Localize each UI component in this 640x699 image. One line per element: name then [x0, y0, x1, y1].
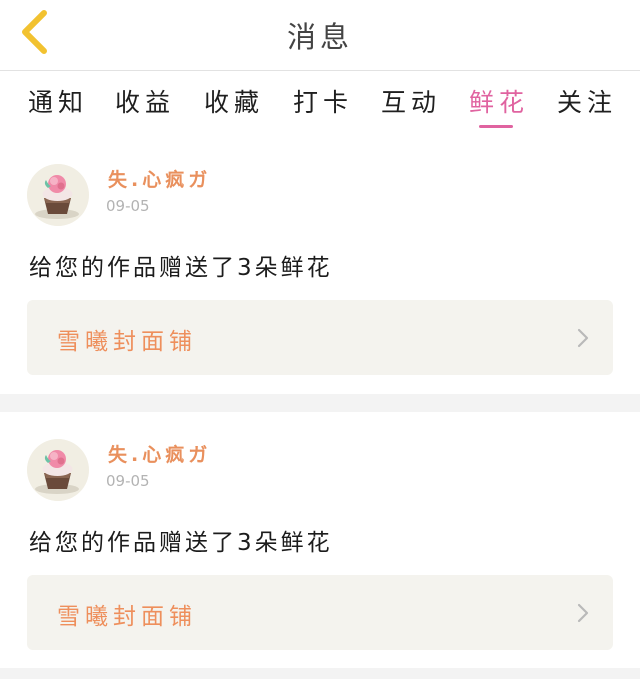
page-title: 消息	[286, 20, 353, 54]
username-link[interactable]: 失.心疯ガ	[108, 440, 211, 467]
message-card: 失.心疯ガ 09-05 给您的作品赠送了3朵鲜花 雪曦封面铺	[0, 439, 640, 699]
tab-following[interactable]: 关注	[557, 83, 617, 119]
message-date: 09-05	[106, 472, 150, 490]
tab-notifications[interactable]: 通知	[28, 83, 88, 119]
chevron-right-icon	[577, 603, 589, 623]
tab-checkin[interactable]: 打卡	[293, 83, 353, 119]
cupcake-avatar-icon	[27, 164, 89, 226]
section-divider	[0, 394, 640, 412]
work-link-card[interactable]: 雪曦封面铺	[27, 300, 613, 375]
message-card: 失.心疯ガ 09-05 给您的作品赠送了3朵鲜花 雪曦封面铺	[0, 164, 640, 424]
tab-earnings[interactable]: 收益	[115, 83, 175, 119]
tab-flowers[interactable]: 鲜花	[469, 83, 529, 119]
header-bar: 消息	[0, 0, 640, 71]
tab-bar: 通知 收益 收藏 打卡 互动 鲜花 关注	[0, 71, 640, 133]
message-text: 给您的作品赠送了3朵鲜花	[29, 255, 333, 281]
tab-interactions[interactable]: 互动	[381, 83, 441, 119]
tab-favorites[interactable]: 收藏	[204, 83, 264, 119]
username-link[interactable]: 失.心疯ガ	[108, 165, 211, 192]
active-tab-indicator	[479, 125, 513, 128]
work-title: 雪曦封面铺	[57, 604, 197, 630]
avatar[interactable]	[27, 164, 89, 226]
cupcake-avatar-icon	[27, 439, 89, 501]
message-text: 给您的作品赠送了3朵鲜花	[29, 530, 333, 556]
work-title: 雪曦封面铺	[57, 329, 197, 355]
avatar[interactable]	[27, 439, 89, 501]
section-divider	[0, 668, 640, 679]
work-link-card[interactable]: 雪曦封面铺	[27, 575, 613, 650]
chevron-right-icon	[577, 328, 589, 348]
message-date: 09-05	[106, 197, 150, 215]
